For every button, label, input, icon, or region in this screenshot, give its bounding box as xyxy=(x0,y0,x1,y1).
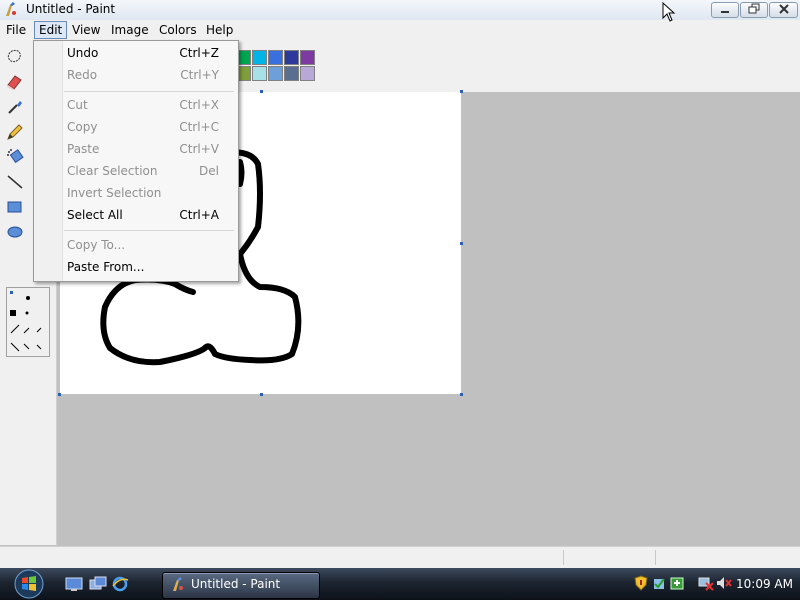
color-swatch[interactable] xyxy=(284,50,299,65)
menu-item-label: Invert Selection xyxy=(67,186,162,200)
window-title: Untitled - Paint xyxy=(26,2,116,16)
menu-item-label: Undo xyxy=(67,46,99,60)
color-swatch[interactable] xyxy=(268,66,283,81)
menu-edit[interactable]: Edit xyxy=(34,21,68,39)
menu-item-shortcut: Ctrl+Z xyxy=(179,46,219,60)
menu-item-shortcut: Del xyxy=(199,164,219,178)
menu-item-clear-selection[interactable]: Clear Selection Del xyxy=(34,161,238,181)
menu-item-undo[interactable]: Undo Ctrl+Z xyxy=(34,43,238,63)
title-bar: Untitled - Paint xyxy=(0,0,800,21)
menu-item-cut[interactable]: Cut Ctrl+X xyxy=(34,95,238,115)
resize-handle[interactable] xyxy=(460,90,463,93)
tool-options-box[interactable] xyxy=(6,287,50,357)
status-bar xyxy=(0,546,800,569)
eraser-icon[interactable] xyxy=(4,71,26,93)
menu-item-shortcut: Ctrl+A xyxy=(179,208,219,222)
status-cell-size xyxy=(655,550,796,565)
color-picker-icon[interactable] xyxy=(4,96,26,118)
edit-menu-dropdown: Undo Ctrl+Z Redo Ctrl+Y Cut Ctrl+X Copy … xyxy=(33,40,239,282)
status-cell-position xyxy=(563,550,654,565)
rectangle-icon[interactable] xyxy=(4,196,26,218)
resize-handle[interactable] xyxy=(260,90,263,93)
line-icon[interactable] xyxy=(4,171,26,193)
color-swatch[interactable] xyxy=(252,66,267,81)
menu-item-copy[interactable]: Copy Ctrl+C xyxy=(34,117,238,137)
menu-item-label: Copy To... xyxy=(67,238,126,252)
volume-muted-icon[interactable] xyxy=(716,575,732,591)
windows-update-icon[interactable] xyxy=(652,575,666,591)
paint-app-icon xyxy=(173,577,183,591)
menu-image[interactable]: Image xyxy=(107,22,153,38)
menu-item-select-all[interactable]: Select All Ctrl+A xyxy=(34,205,238,225)
resize-handle[interactable] xyxy=(58,393,61,396)
menu-item-redo[interactable]: Redo Ctrl+Y xyxy=(34,65,238,85)
ellipse-icon[interactable] xyxy=(4,221,26,243)
menu-item-paste[interactable]: Paste Ctrl+V xyxy=(34,139,238,159)
resize-handle[interactable] xyxy=(260,393,263,396)
security-shield-icon[interactable] xyxy=(634,575,648,591)
menu-item-label: Redo xyxy=(67,68,98,82)
menu-help[interactable]: Help xyxy=(202,22,237,38)
free-form-select-icon[interactable] xyxy=(4,46,26,68)
menu-item-invert-selection[interactable]: Invert Selection xyxy=(34,183,238,203)
taskbar-button-label: Untitled - Paint xyxy=(191,577,281,591)
start-button[interactable] xyxy=(8,569,50,599)
color-swatch[interactable] xyxy=(252,50,267,65)
taskbar-button-paint[interactable]: Untitled - Paint xyxy=(162,572,320,599)
internet-explorer-icon[interactable] xyxy=(111,576,129,592)
menu-item-label: Paste From... xyxy=(67,260,145,274)
menu-colors[interactable]: Colors xyxy=(155,22,201,38)
menu-item-copy-to[interactable]: Copy To... xyxy=(34,235,238,255)
menu-item-label: Paste xyxy=(67,142,100,156)
network-disconnected-icon[interactable] xyxy=(698,575,714,591)
menu-item-label: Select All xyxy=(67,208,123,222)
close-icon xyxy=(778,4,789,14)
show-desktop-icon[interactable] xyxy=(65,576,83,592)
pencil-icon[interactable] xyxy=(4,121,26,143)
menu-item-label: Cut xyxy=(67,98,88,112)
menu-file[interactable]: File xyxy=(2,22,30,38)
minimize-button[interactable] xyxy=(711,2,739,18)
resize-handle[interactable] xyxy=(460,393,463,396)
color-swatch[interactable] xyxy=(300,50,315,65)
color-swatch[interactable] xyxy=(300,66,315,81)
switch-windows-icon[interactable] xyxy=(89,576,107,592)
menu-item-shortcut: Ctrl+V xyxy=(179,142,219,156)
close-button[interactable] xyxy=(769,2,798,18)
menu-item-label: Copy xyxy=(67,120,98,134)
color-swatch[interactable] xyxy=(284,66,299,81)
minimize-icon xyxy=(721,11,729,13)
restore-icon xyxy=(748,3,760,14)
resize-handle[interactable] xyxy=(460,242,463,245)
menu-item-shortcut: Ctrl+C xyxy=(179,120,219,134)
paint-app-icon[interactable] xyxy=(4,2,18,17)
menu-separator xyxy=(64,91,234,92)
mouse-cursor-icon xyxy=(662,2,676,22)
brush-shape-options-icon xyxy=(10,291,42,352)
color-swatch[interactable] xyxy=(268,50,283,65)
defender-icon[interactable] xyxy=(670,575,684,591)
taskbar-clock[interactable]: 10:09 AM xyxy=(736,577,793,591)
airbrush-icon[interactable] xyxy=(4,146,26,168)
taskbar: Untitled - Paint 10:09 AM xyxy=(0,568,800,600)
menu-separator xyxy=(64,230,234,231)
menu-item-paste-from[interactable]: Paste From... xyxy=(34,257,238,277)
menu-item-shortcut: Ctrl+Y xyxy=(180,68,219,82)
menu-item-shortcut: Ctrl+X xyxy=(179,98,219,112)
maximize-button[interactable] xyxy=(740,2,768,18)
menu-view[interactable]: View xyxy=(68,22,104,38)
menu-bar: File Edit View Image Colors Help xyxy=(0,20,800,40)
menu-item-label: Clear Selection xyxy=(67,164,158,178)
